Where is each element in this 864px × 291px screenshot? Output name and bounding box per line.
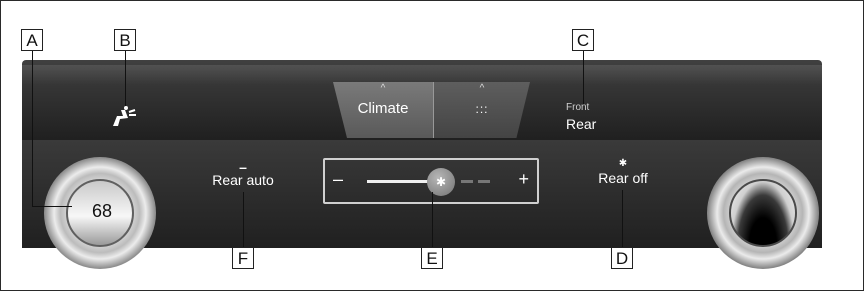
tab-climate[interactable]: ^ Climate [333, 82, 433, 138]
fan-increase-button[interactable]: + [518, 169, 529, 190]
callout-a-line [32, 50, 33, 207]
rear-auto-indicator: – [239, 159, 247, 175]
fan-icon: ✱ [618, 158, 628, 169]
rear-auto-button[interactable]: – Rear auto [198, 159, 288, 188]
callout-e-line [432, 192, 433, 247]
fan-decrease-button[interactable]: – [333, 169, 343, 190]
callout-f-line [243, 192, 244, 247]
zone-front-label: Front [566, 102, 590, 113]
fan-speed-track-segment [478, 180, 490, 183]
callout-e: E [421, 247, 443, 269]
temperature-knob-center: 68 [66, 179, 134, 247]
callout-a: A [21, 29, 43, 51]
fan-speed-track-segment [461, 180, 473, 183]
callout-d-line [622, 190, 623, 247]
temperature-knob[interactable]: 68 [44, 157, 156, 269]
callout-b: B [114, 29, 136, 51]
seat-airflow-icon[interactable] [107, 104, 139, 135]
callout-d: D [611, 247, 633, 269]
rear-off-label: Rear off [598, 170, 648, 186]
zone-toggle[interactable]: Front Rear [566, 102, 596, 132]
callout-a-line [32, 206, 72, 207]
rear-auto-label: Rear auto [212, 172, 274, 188]
callout-c: C [572, 29, 594, 51]
zone-rear-label: Rear [566, 116, 597, 132]
chevron-up-icon: ^ [479, 83, 485, 94]
rear-off-button[interactable]: ✱ Rear off [578, 158, 668, 186]
right-control-knob[interactable] [707, 157, 819, 269]
callout-f: F [232, 247, 254, 269]
callout-b-line [125, 50, 126, 106]
grid-menu-icon: ::: [475, 102, 489, 116]
chevron-up-icon: ^ [380, 83, 386, 94]
callout-c-line [583, 50, 584, 104]
right-knob-center [729, 179, 797, 247]
fan-speed-slider[interactable]: – ✱ + [323, 158, 539, 204]
tab-climate-label: Climate [357, 100, 409, 117]
tab-menu[interactable]: ^ ::: [433, 82, 530, 138]
temperature-display: 68 [91, 201, 113, 221]
